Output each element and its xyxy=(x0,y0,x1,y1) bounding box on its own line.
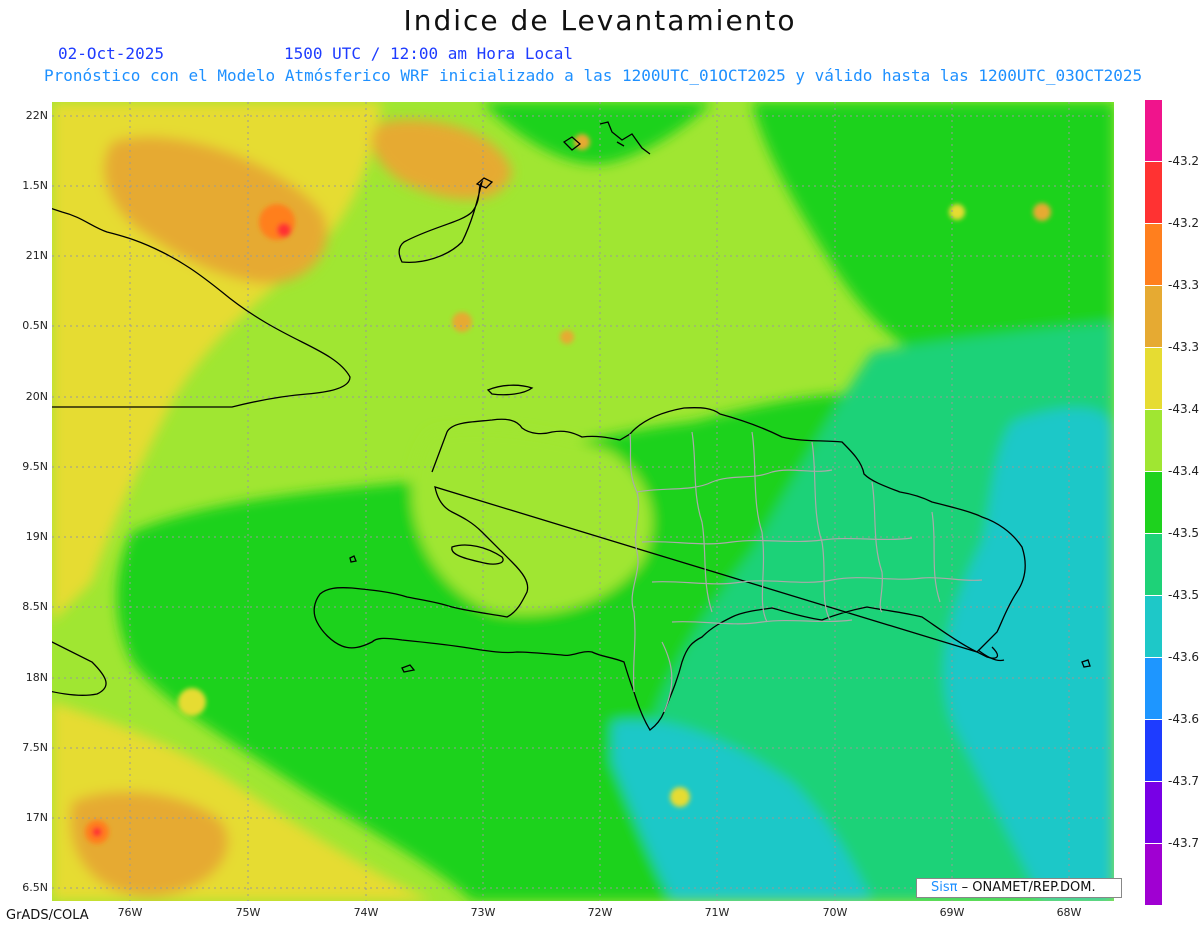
model-description: Pronóstico con el Modelo Atmósferico WRF… xyxy=(44,66,1143,85)
colorbar-segment xyxy=(1145,100,1162,162)
colorbar-segment xyxy=(1145,658,1162,720)
cell-yellow-2 xyxy=(670,787,690,807)
lat-label: 6.5N xyxy=(22,881,48,894)
lon-label: 74W xyxy=(353,906,379,919)
lat-label: 18N xyxy=(25,671,48,684)
grads-credit: GrADS/COLA xyxy=(6,908,89,923)
lat-label: 20N xyxy=(25,390,48,403)
cell-orange-1 xyxy=(259,204,295,240)
lat-label: 1.5N xyxy=(22,179,48,192)
cell-orange-4 xyxy=(1033,203,1051,221)
colorbar-segment xyxy=(1145,782,1162,844)
lat-label: 21N xyxy=(25,249,48,262)
filled-contours xyxy=(52,102,1114,901)
colorbar-segment xyxy=(1145,162,1162,224)
lat-label: 7.5N xyxy=(22,741,48,754)
source-stamp: Sisπ – ONAMET/REP.DOM. xyxy=(916,878,1122,898)
colorbar-label: -43.2 xyxy=(1168,216,1200,230)
cell-yellow-1 xyxy=(949,204,965,220)
colorbar-segment xyxy=(1145,472,1162,534)
lat-label: 0.5N xyxy=(22,319,48,332)
colorbar-segment xyxy=(1145,410,1162,472)
lon-label: 69W xyxy=(939,906,965,919)
colorbar-label: -43.5 xyxy=(1168,526,1200,540)
cell-orange-5 xyxy=(560,330,574,344)
colorbar-segment xyxy=(1145,844,1162,906)
lon-label: 71W xyxy=(704,906,730,919)
lon-label: 75W xyxy=(235,906,261,919)
forecast-date: 02-Oct-2025 xyxy=(58,44,164,63)
colorbar-label: -43.6 xyxy=(1168,650,1200,664)
lat-label: 19N xyxy=(25,530,48,543)
colorbar-label: -43.3 xyxy=(1168,278,1200,292)
colorbar-label: -43.7 xyxy=(1168,836,1200,850)
colorbar-segment xyxy=(1145,348,1162,410)
colorbar-label: -43.7 xyxy=(1168,774,1200,788)
cell-red-1 xyxy=(277,223,291,237)
lon-label: 73W xyxy=(470,906,496,919)
cell-orange-6 xyxy=(452,312,472,332)
lon-label: 76W xyxy=(117,906,143,919)
source-text: – ONAMET/REP.DOM. xyxy=(957,880,1096,895)
colorbar-segment xyxy=(1145,224,1162,286)
forecast-time: 1500 UTC / 12:00 am Hora Local xyxy=(284,44,573,63)
lat-label: 9.5N xyxy=(22,460,48,473)
lat-label: 8.5N xyxy=(22,600,48,613)
sistpi-logo: Sisπ xyxy=(931,880,958,895)
colorbar-segment xyxy=(1145,286,1162,348)
colorbar xyxy=(1145,100,1162,906)
colorbar-segment xyxy=(1145,720,1162,782)
lat-label: 22N xyxy=(25,109,48,122)
colorbar-label: -43.3 xyxy=(1168,340,1200,354)
lon-label: 70W xyxy=(822,906,848,919)
lon-label: 72W xyxy=(587,906,613,919)
map-area xyxy=(52,102,1114,901)
forecast-date-line: 02-Oct-2025 1500 UTC / 12:00 am Hora Loca… xyxy=(58,44,573,63)
lifted-index-map xyxy=(52,102,1114,901)
lat-label: 17N xyxy=(25,811,48,824)
cell-red-2 xyxy=(92,827,102,837)
colorbar-label: -43.4 xyxy=(1168,402,1200,416)
colorbar-label: -43.4 xyxy=(1168,464,1200,478)
colorbar-segment xyxy=(1145,534,1162,596)
cell-yellow-3 xyxy=(178,688,206,716)
colorbar-segment xyxy=(1145,596,1162,658)
cell-orange-3 xyxy=(574,134,590,150)
colorbar-label: -43.6 xyxy=(1168,712,1200,726)
lon-label: 68W xyxy=(1056,906,1082,919)
colorbar-label: -43.2 xyxy=(1168,154,1200,168)
map-title: Indice de Levantamiento xyxy=(403,4,797,37)
colorbar-label: -43.5 xyxy=(1168,588,1200,602)
